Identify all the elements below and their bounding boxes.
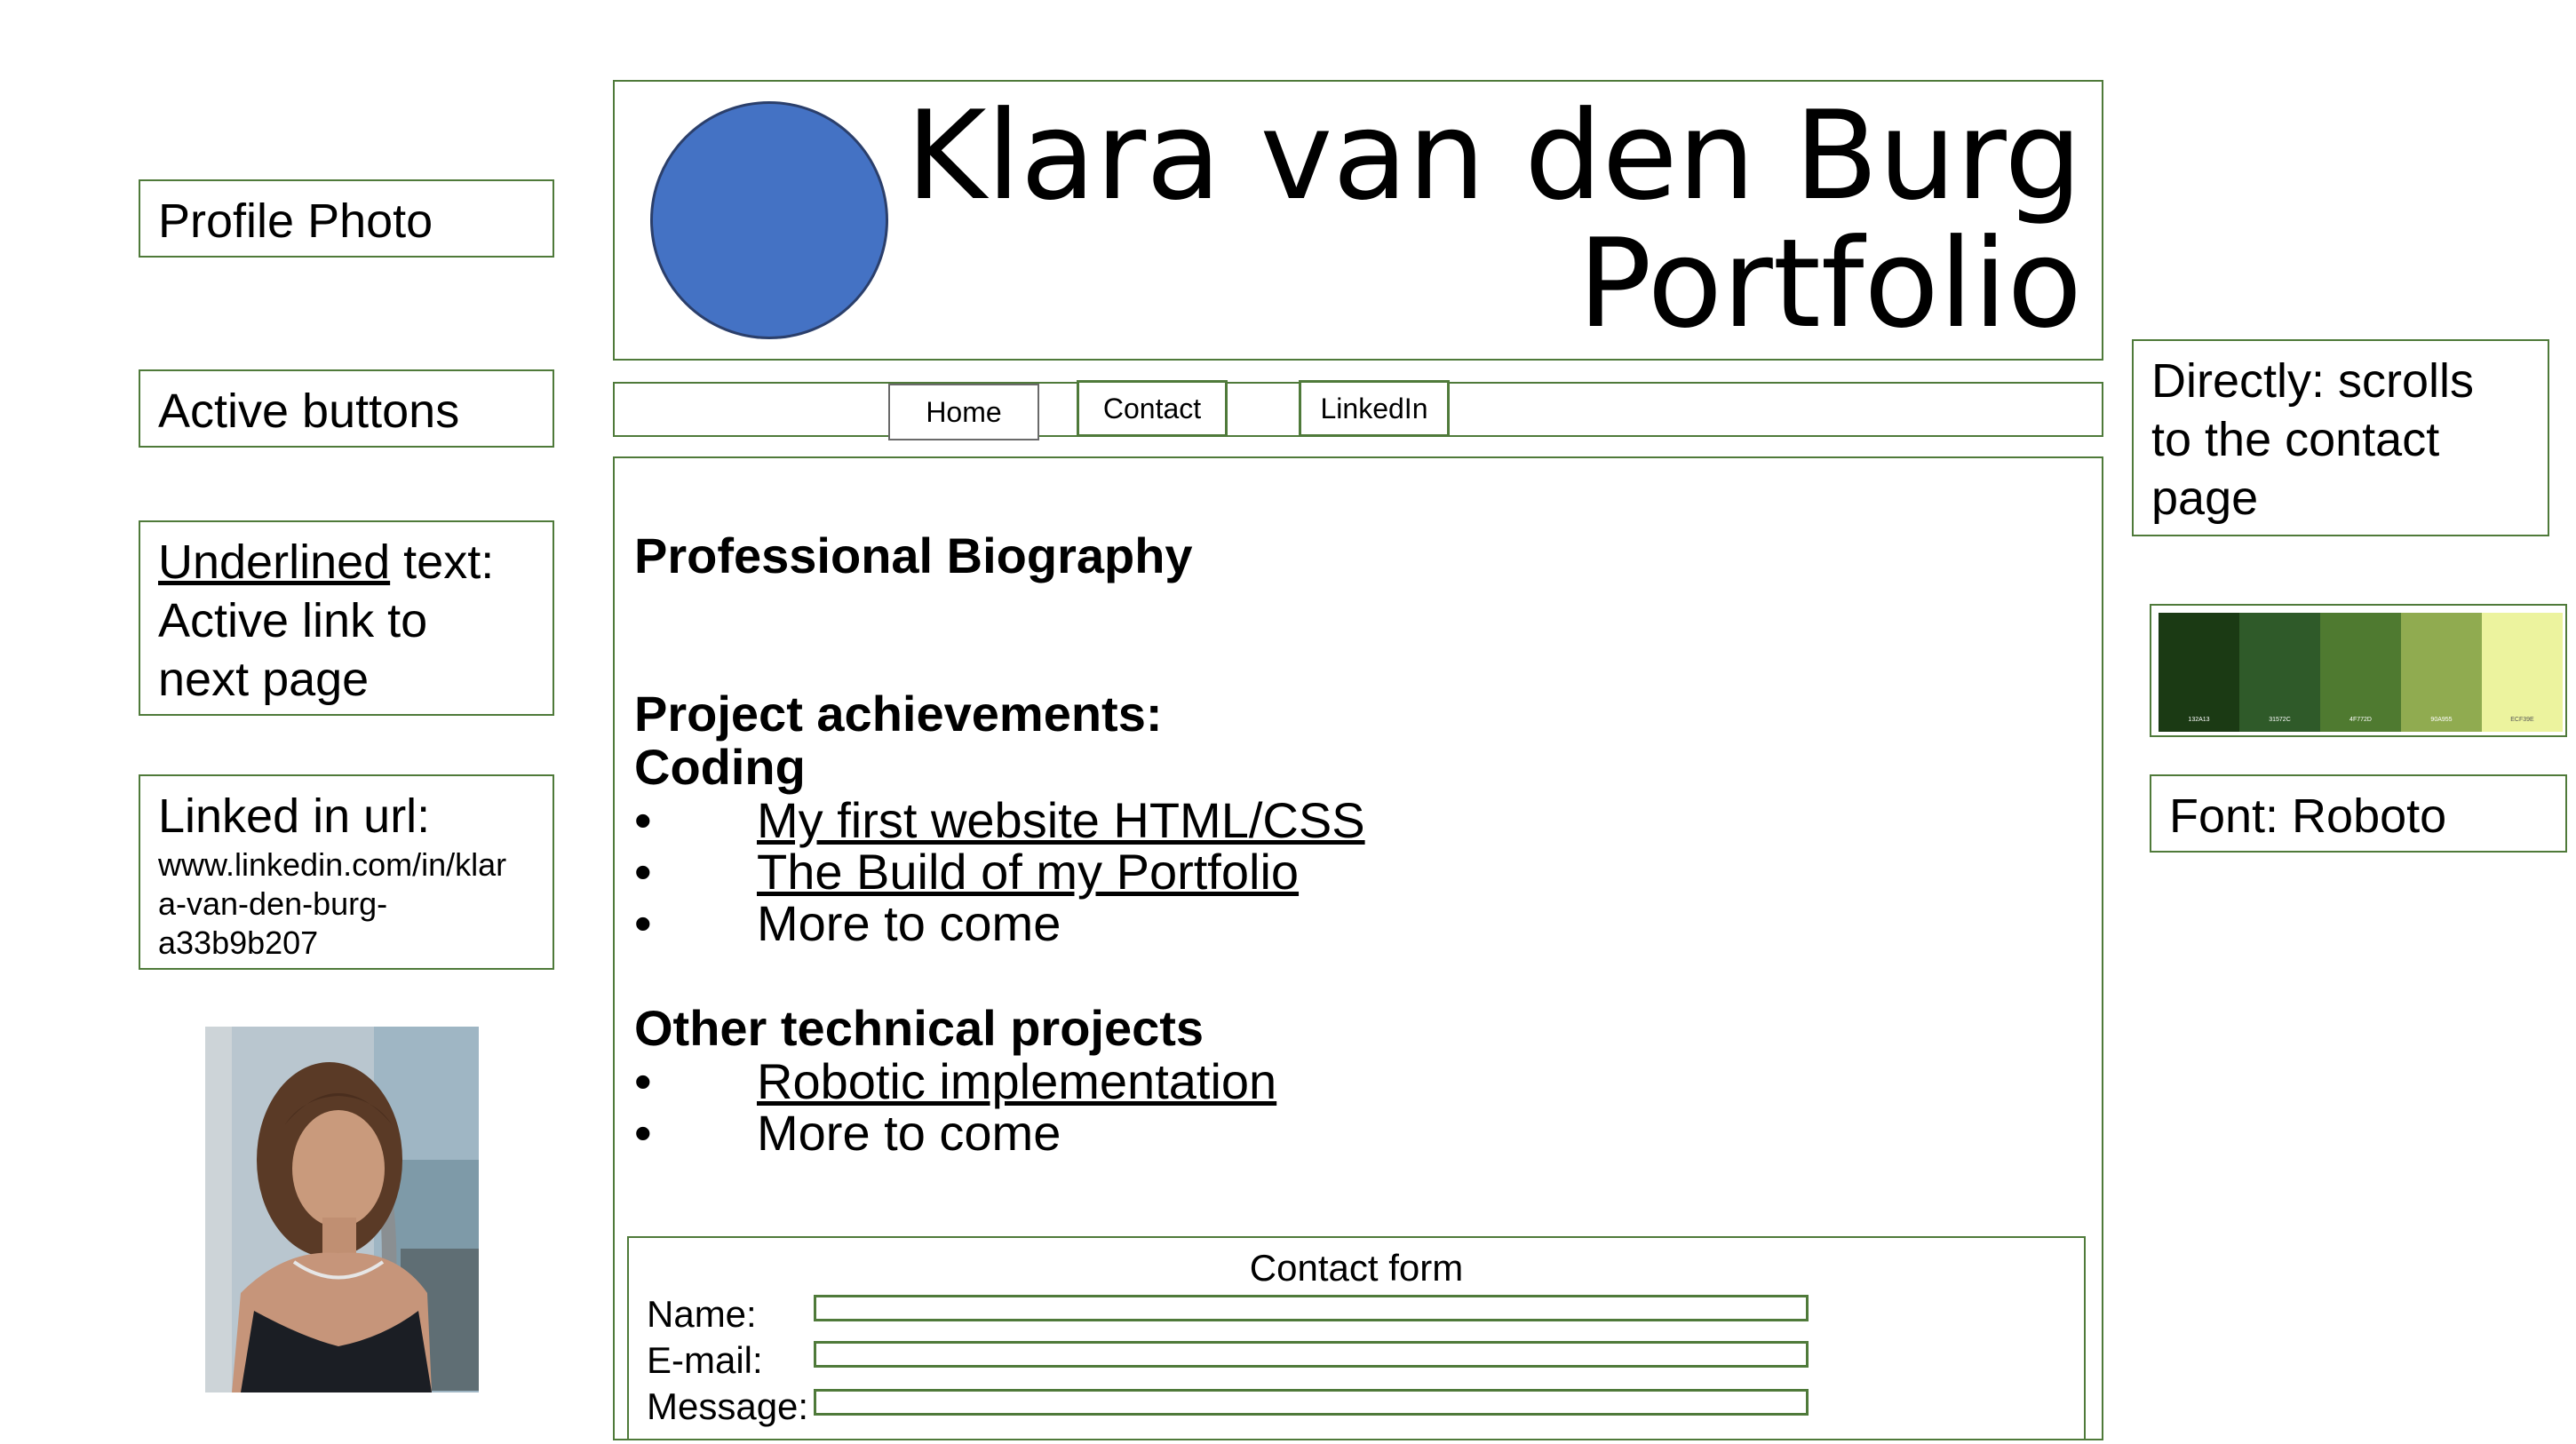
list-item: • More to come	[634, 897, 1061, 950]
bullet: •	[634, 1053, 652, 1109]
note-underlined-word: Underlined	[158, 536, 391, 589]
note-linkedin-url-3: a33b9b207	[158, 924, 319, 961]
nav-home-button[interactable]: Home	[888, 384, 1039, 440]
header-subtitle: Portfolio	[1578, 212, 2082, 355]
note-scrolls-2: to the contact	[2151, 413, 2440, 466]
profile-photo-placeholder	[650, 101, 888, 339]
note-active-buttons: Active buttons	[139, 369, 554, 448]
project-link-portfolio-build[interactable]: The Build of my Portfolio	[757, 844, 1299, 900]
nav-linkedin-button[interactable]: LinkedIn	[1299, 380, 1450, 437]
list-item: • My first website HTML/CSS	[634, 794, 1365, 847]
color-palette: 132A13 31572C 4F772D 90A955 ECF39E	[2150, 604, 2567, 737]
palette-code: 90A955	[2430, 717, 2453, 723]
palette-code: 31572C	[2269, 717, 2291, 723]
profile-photo	[205, 1027, 479, 1392]
note-linkedin-title: Linked in url:	[158, 789, 431, 843]
note-linkedin-url-2: a-van-den-burg-	[158, 885, 388, 922]
nav-bar: Home Contact LinkedIn	[613, 380, 2103, 440]
coding-heading: Coding	[634, 739, 806, 795]
palette-code: 4F772D	[2349, 717, 2372, 723]
note-scrolls-3: page	[2151, 472, 2259, 525]
more-to-come-text: More to come	[757, 1105, 1061, 1161]
palette-swatch: ECF39E	[2482, 613, 2563, 732]
more-to-come-text: More to come	[757, 895, 1061, 951]
other-projects-heading: Other technical projects	[634, 1000, 1205, 1056]
note-underlined-rest2: Active link to	[158, 594, 428, 647]
note-profile-photo: Profile Photo	[139, 179, 554, 258]
name-field[interactable]	[814, 1295, 1809, 1321]
note-scrolls-1: Directly: scrolls	[2151, 354, 2475, 408]
note-linkedin-url: Linked in url: www.linkedin.com/in/klar …	[139, 774, 554, 970]
achievements-heading: Project achievements:	[634, 686, 1163, 742]
bullet: •	[634, 895, 652, 951]
palette-code: 132A13	[2188, 717, 2210, 723]
page-title: Klara van den Burg Portfolio	[906, 92, 2082, 348]
note-underlined-text: Underlined text: Active link to next pag…	[139, 520, 554, 716]
note-scrolls-contact: Directly: scrolls to the contact page	[2132, 339, 2549, 536]
profile-photo-image	[205, 1027, 479, 1392]
email-label: E-mail:	[647, 1339, 763, 1381]
note-font-text: Font: Roboto	[2169, 789, 2447, 843]
palette-swatch: 31572C	[2239, 613, 2320, 732]
biography-heading: Professional Biography	[634, 528, 1193, 583]
note-linkedin-url-1: www.linkedin.com/in/klar	[158, 846, 507, 883]
project-link-robotic[interactable]: Robotic implementation	[757, 1053, 1276, 1109]
note-profile-photo-text: Profile Photo	[158, 194, 433, 248]
note-font: Font: Roboto	[2150, 774, 2567, 853]
note-underlined-rest3: next page	[158, 653, 370, 706]
palette-code: ECF39E	[2510, 717, 2534, 723]
email-field[interactable]	[814, 1341, 1809, 1368]
contact-form-title: Contact form	[1249, 1247, 1464, 1289]
name-label: Name:	[647, 1293, 757, 1335]
nav-contact-button[interactable]: Contact	[1077, 380, 1228, 437]
header-name: Klara van den Burg	[905, 84, 2082, 227]
note-active-buttons-text: Active buttons	[158, 385, 460, 438]
message-label: Message:	[647, 1385, 809, 1427]
project-link-first-website[interactable]: My first website HTML/CSS	[757, 792, 1365, 848]
list-item: • More to come	[634, 1107, 1061, 1160]
message-field[interactable]	[814, 1389, 1809, 1416]
palette-swatch: 90A955	[2401, 613, 2482, 732]
bullet: •	[634, 1105, 652, 1161]
main-content: Professional Biography Project achieveme…	[613, 456, 2103, 1440]
contact-form: Contact form Name: E-mail: Message:	[627, 1236, 2086, 1440]
note-underlined-rest1: text:	[390, 536, 495, 589]
list-item: • The Build of my Portfolio	[634, 845, 1299, 899]
palette-swatch: 132A13	[2159, 613, 2239, 732]
header: Klara van den Burg Portfolio	[613, 80, 2103, 361]
list-item: • Robotic implementation	[634, 1055, 1276, 1108]
bullet: •	[634, 792, 652, 848]
palette-swatch: 4F772D	[2320, 613, 2401, 732]
bullet: •	[634, 844, 652, 900]
